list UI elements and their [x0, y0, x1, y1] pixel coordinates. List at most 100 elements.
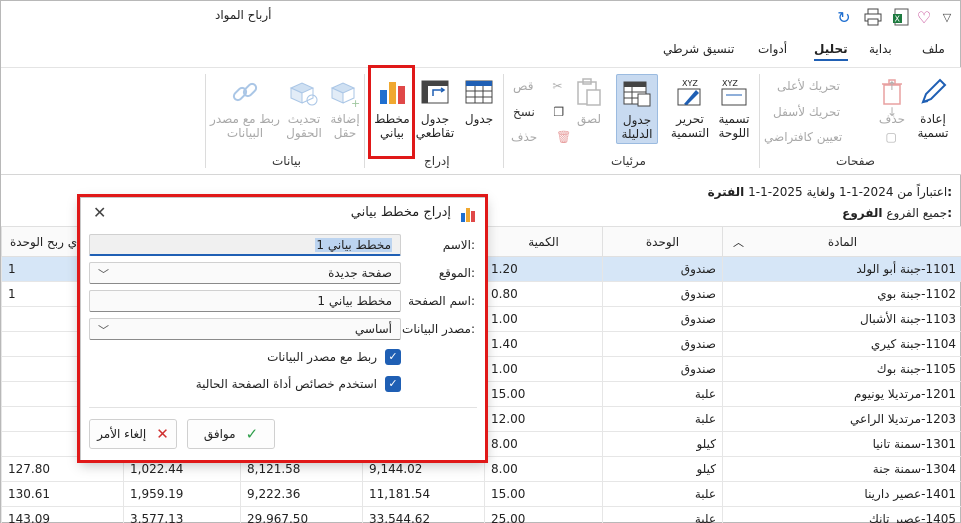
- refresh-fields-button[interactable]: تحديث الحقول: [282, 76, 326, 140]
- unit-cell: كيلو: [602, 431, 723, 457]
- link-data-source-label: ربط مع مصدر البيانات: [210, 112, 280, 140]
- use-props-checkbox[interactable]: ✓: [385, 376, 401, 392]
- dialog-divider: [89, 407, 477, 408]
- table-guide-icon: [621, 77, 653, 109]
- sort-ascending-icon: ︿: [733, 236, 744, 249]
- period-value: اعتباراً من 2024-1-1 ولغاية 2025-1-1: [748, 185, 948, 199]
- group-divider: [503, 74, 504, 168]
- copy-button[interactable]: نسخ ❐: [513, 105, 566, 119]
- branches-filter: جميع الفروع الفروع:: [842, 206, 952, 220]
- move-up-label: تحريك لأعلى: [777, 79, 840, 93]
- heart-icon[interactable]: ♡: [913, 6, 935, 28]
- window-title: أرباح المواد: [215, 8, 272, 22]
- rename-page-button[interactable]: إعادة تسمية: [911, 76, 955, 140]
- number-cell: 33,544.62: [362, 506, 485, 523]
- edit-label-icon: XYZ: [674, 76, 706, 108]
- item-cell: 1102-جبنة بوي: [722, 281, 961, 307]
- add-field-icon: +: [329, 76, 361, 110]
- number-cell: 1,959.19: [123, 481, 241, 507]
- svg-text:XYZ: XYZ: [722, 79, 738, 88]
- number-cell: 130.61: [1, 481, 124, 507]
- set-default-button[interactable]: تعيين كافتراضي ▢: [764, 130, 898, 144]
- page-name-input-value: مخطط بياني 1: [317, 294, 392, 308]
- paste-button[interactable]: لصق: [567, 76, 611, 126]
- edit-name-button[interactable]: XYZ تحرير التسمية: [668, 76, 712, 140]
- clipboard-icon: [573, 76, 605, 108]
- number-cell: 9,222.36: [240, 481, 363, 507]
- delete-visible-button[interactable]: حذف 🗑: [511, 130, 571, 144]
- refresh-icon[interactable]: ↻: [833, 6, 855, 28]
- number-cell: 1.40: [484, 331, 603, 357]
- unit-cell: علبة: [602, 381, 723, 407]
- cancel-button[interactable]: إلغاء الأمر ✕: [89, 419, 177, 449]
- item-cell: 1104-جبنة كيري: [722, 331, 961, 357]
- table-row[interactable]: 1405-عصير تانك علبة 25.00 33,544.62 29,967.5…: [1, 506, 961, 523]
- unit-cell: صندوق: [602, 331, 723, 357]
- arrow-down-icon: ↓: [887, 105, 898, 119]
- delete-visible-label: حذف: [511, 130, 538, 144]
- chevron-down-icon: ﹀: [98, 324, 109, 337]
- group-divider: [759, 74, 760, 168]
- page-name-label: اسم الصفحة:: [408, 294, 475, 308]
- name-label: الاسم:: [442, 238, 475, 252]
- tab-analysis[interactable]: تحليل: [814, 42, 848, 61]
- item-cell: 1201-مرتديلا يونيوم: [722, 381, 961, 407]
- move-up-button[interactable]: تحريك لأعلى ↑: [777, 79, 899, 93]
- paste-label: لصق: [576, 112, 602, 126]
- unit-cell: علبة: [602, 506, 723, 523]
- item-cell: 1203-مرتديلا الراعي: [722, 406, 961, 432]
- column-header-quantity[interactable]: الكمية: [484, 226, 603, 257]
- tab-conditional-format[interactable]: تنسيق شرطي: [663, 42, 734, 59]
- unit-cell: صندوق: [602, 281, 723, 307]
- number-cell: 11,181.54: [362, 481, 485, 507]
- check-icon: ✓: [245, 425, 259, 443]
- location-select-value: صفحة جديدة: [328, 266, 392, 280]
- link-data-source-checkbox[interactable]: ✓: [385, 349, 401, 365]
- data-source-select[interactable]: أساسي ﹀: [89, 318, 401, 340]
- number-cell: 0.80: [484, 281, 603, 307]
- item-cell: 1304-سمنة جنة: [722, 456, 961, 482]
- table-row[interactable]: 1401-عصير دارينا علبة 15.00 11,181.54 9,222.…: [1, 481, 961, 507]
- insert-table-button[interactable]: جدول: [457, 76, 501, 126]
- data-group-label: بيانات: [272, 154, 301, 168]
- number-cell: 29,967.50: [240, 506, 363, 523]
- close-icon[interactable]: ✕: [93, 203, 106, 222]
- location-select[interactable]: صفحة جديدة ﹀: [89, 262, 401, 284]
- panel-name-label: تسمية اللوحة: [718, 112, 750, 140]
- number-cell: 3,577.13: [123, 506, 241, 523]
- unit-cell: علبة: [602, 481, 723, 507]
- column-header-unit[interactable]: الوحدة: [602, 226, 723, 257]
- chevron-down-icon[interactable]: ▽: [936, 6, 958, 28]
- tab-tools[interactable]: أدوات: [758, 42, 787, 59]
- item-cell: 1401-عصير دارينا: [722, 481, 961, 507]
- page-name-input[interactable]: مخطط بياني 1: [89, 290, 401, 312]
- excel-icon[interactable]: X: [890, 6, 912, 28]
- unit-cell: صندوق: [602, 306, 723, 332]
- guide-table-button[interactable]: جدول الدليلة: [616, 74, 658, 144]
- add-field-button[interactable]: + إضافة حقل: [323, 76, 367, 140]
- unit-cell: علبة: [602, 406, 723, 432]
- copy-label: نسخ: [513, 105, 535, 119]
- guide-table-label: جدول الدليلة: [621, 113, 653, 141]
- xyz-label-icon: XYZ: [718, 76, 750, 108]
- ok-button[interactable]: موافق ✓: [187, 419, 275, 449]
- tab-home[interactable]: بداية: [869, 42, 892, 59]
- panel-name-button[interactable]: XYZ تسمية اللوحة: [712, 76, 756, 140]
- app-window: أرباح المواد ↻ X ♡ ▽ ملف بداية تحليل أدو…: [0, 0, 961, 523]
- use-props-checkbox-row[interactable]: استخدم خصائص أداة الصفحة الحالية ✓: [196, 376, 401, 392]
- number-cell: 8.00: [484, 431, 603, 457]
- cut-button[interactable]: قص ✂: [513, 79, 564, 93]
- column-header-label: المادة: [827, 234, 858, 249]
- column-header-item[interactable]: المادة ︿: [722, 226, 961, 257]
- data-source-label: مصدر البيانات:: [402, 322, 475, 336]
- pencil-icon: [917, 76, 949, 108]
- print-icon[interactable]: [862, 6, 884, 28]
- number-cell: 15.00: [484, 481, 603, 507]
- name-input[interactable]: مخطط بياني 1: [89, 234, 401, 256]
- move-down-button[interactable]: تحريك لأسفل ↓: [773, 105, 899, 119]
- insert-pivot-table-button[interactable]: جدول تقاطعي: [413, 76, 457, 140]
- tab-file[interactable]: ملف: [922, 42, 945, 59]
- link-data-source-button[interactable]: ربط مع مصدر البيانات: [209, 76, 281, 140]
- data-source-select-value: أساسي: [354, 322, 392, 336]
- link-data-source-checkbox-row[interactable]: ربط مع مصدر البيانات ✓: [267, 349, 401, 365]
